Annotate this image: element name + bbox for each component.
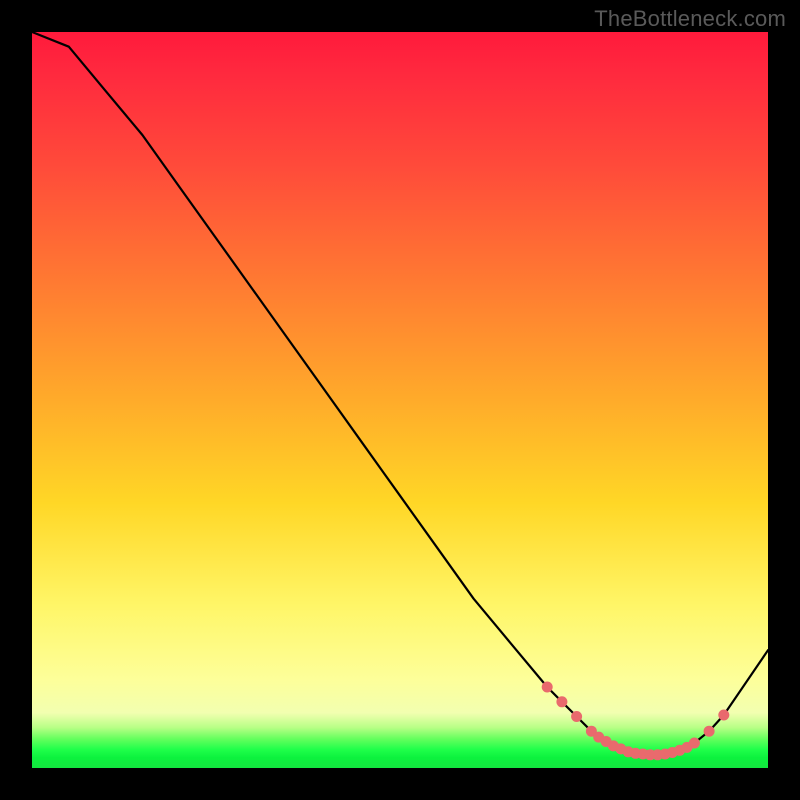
curve-marker: [572, 712, 582, 722]
curve-marker: [689, 738, 699, 748]
curve-marker: [542, 682, 552, 692]
curve-marker: [557, 697, 567, 707]
curve-svg: [32, 32, 768, 768]
marker-group: [542, 682, 729, 760]
curve-marker: [719, 710, 729, 720]
curve-marker: [704, 726, 714, 736]
bottleneck-curve: [32, 32, 768, 755]
watermark-text: TheBottleneck.com: [594, 6, 786, 32]
chart-stage: TheBottleneck.com: [0, 0, 800, 800]
plot-area: [32, 32, 768, 768]
